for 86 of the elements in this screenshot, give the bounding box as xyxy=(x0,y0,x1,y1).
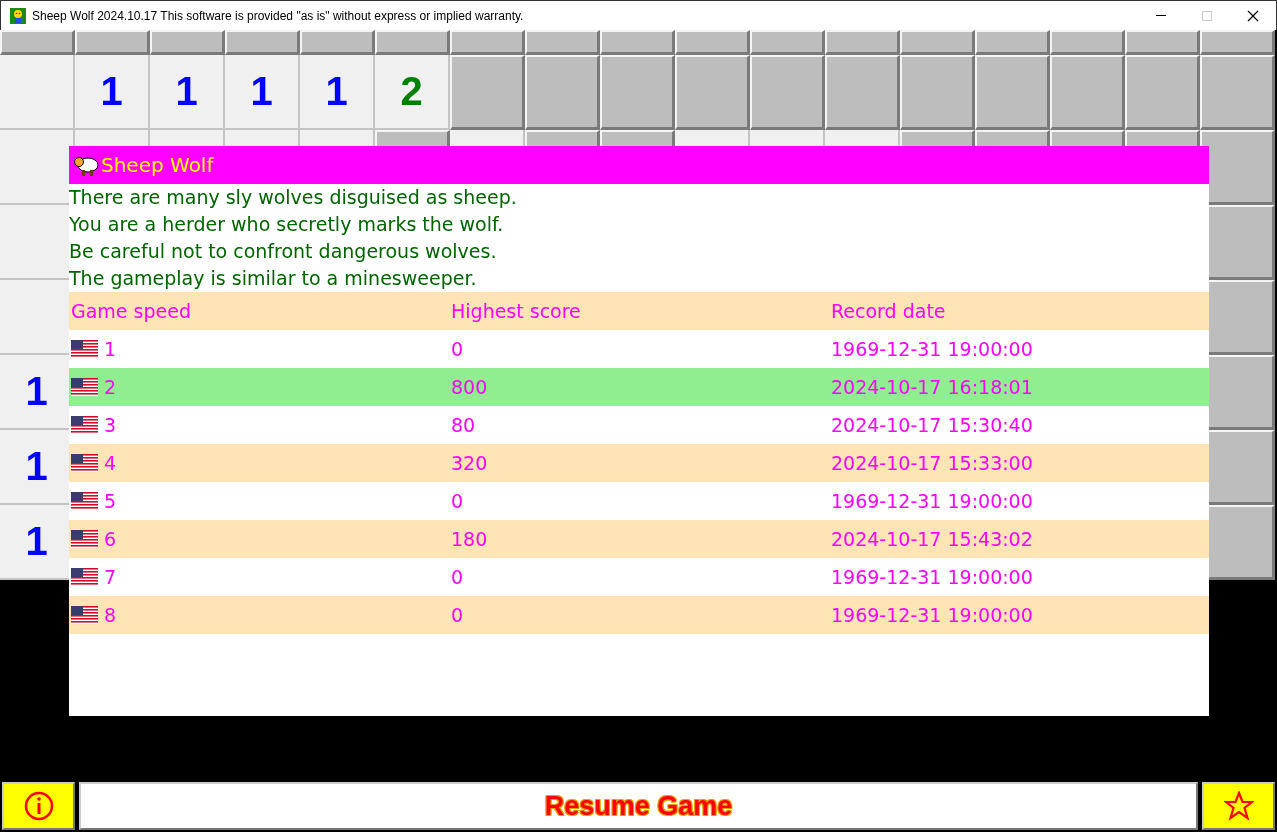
date-cell-text: 1969-12-31 19:00:00 xyxy=(830,338,1034,360)
hidden-tile[interactable] xyxy=(825,30,900,55)
date-cell-text: 1969-12-31 19:00:00 xyxy=(830,604,1034,626)
score-cell-text: 180 xyxy=(450,528,489,550)
app-icon xyxy=(10,7,26,24)
flag-icon xyxy=(71,453,98,473)
flag-icon xyxy=(71,377,98,397)
hidden-tile[interactable] xyxy=(1125,55,1200,130)
hidden-tile[interactable] xyxy=(1200,55,1275,130)
hidden-tile[interactable] xyxy=(75,30,150,55)
hidden-tile[interactable] xyxy=(600,30,675,55)
hidden-tile[interactable] xyxy=(450,30,525,55)
score-row[interactable]: 6 180 2024-10-17 15:43:02 xyxy=(69,520,1209,558)
hidden-tile[interactable] xyxy=(750,55,825,130)
speed-cell: 4 xyxy=(104,452,117,474)
hidden-tile[interactable] xyxy=(900,55,975,130)
hidden-tile[interactable] xyxy=(1125,30,1200,55)
score-cell-text: 800 xyxy=(450,376,489,398)
hidden-tile[interactable] xyxy=(900,30,975,55)
date-cell-text: 2024-10-17 15:30:40 xyxy=(830,414,1034,436)
hidden-tile[interactable] xyxy=(150,30,225,55)
date-cell-text: 1969-12-31 19:00:00 xyxy=(830,566,1034,588)
speed-cell: 5 xyxy=(104,490,117,512)
hidden-tile[interactable] xyxy=(750,30,825,55)
hidden-tile[interactable] xyxy=(675,30,750,55)
score-cell-text: 320 xyxy=(450,452,489,474)
speed-cell: 1 xyxy=(104,338,117,360)
date-cell-text: 2024-10-17 15:33:00 xyxy=(830,452,1034,474)
score-cell-text: 0 xyxy=(450,604,465,626)
close-icon xyxy=(1247,9,1259,22)
date-cell-text: 2024-10-17 16:18:01 xyxy=(830,376,1034,398)
description-line: There are many sly wolves disguised as sheep. xyxy=(69,185,518,210)
score-cell-text: 80 xyxy=(450,414,477,436)
flag-icon xyxy=(71,605,98,625)
date-cell-text: 1969-12-31 19:00:00 xyxy=(830,490,1034,512)
hidden-tile[interactable] xyxy=(0,30,75,55)
flag-icon xyxy=(71,415,98,435)
resume-game-button[interactable]: Resume Game xyxy=(79,782,1198,830)
window-title: Sheep Wolf 2024.10.17 This software is provided "as is" without express or implied warranty. xyxy=(32,8,525,23)
score-cell-text: 0 xyxy=(450,490,465,512)
hidden-tile[interactable] xyxy=(525,55,600,130)
score-row[interactable]: 2 800 2024-10-17 16:18:01 xyxy=(69,368,1209,406)
star-button[interactable] xyxy=(1202,782,1275,830)
number-tile: 1 xyxy=(150,55,225,130)
number-tile: 1 xyxy=(75,55,150,130)
hidden-tile[interactable] xyxy=(1050,55,1125,130)
info-icon xyxy=(23,791,54,821)
flag-icon xyxy=(71,339,98,359)
column-header: Game speed xyxy=(70,300,192,322)
number-tile: 2 xyxy=(375,55,450,130)
hidden-tile[interactable] xyxy=(825,55,900,130)
hidden-tile[interactable] xyxy=(300,30,375,55)
column-header: Highest score xyxy=(450,300,582,322)
number-tile: 1 xyxy=(300,55,375,130)
date-cell-text: 2024-10-17 15:43:02 xyxy=(830,528,1034,550)
flag-icon xyxy=(71,567,98,587)
hidden-tile[interactable] xyxy=(525,30,600,55)
column-header: Record date xyxy=(830,300,947,322)
hidden-tile[interactable] xyxy=(975,30,1050,55)
maximize-icon xyxy=(1202,10,1212,21)
hidden-tile[interactable] xyxy=(375,30,450,55)
number-tile: 1 xyxy=(225,55,300,130)
speed-cell: 8 xyxy=(104,604,117,626)
speed-cell: 3 xyxy=(104,414,117,436)
description-line: You are a herder who secretly marks the wolf. xyxy=(69,212,505,237)
dialog-title: Sheep Wolf xyxy=(101,153,214,177)
speed-cell: 7 xyxy=(104,566,117,588)
hidden-tile[interactable] xyxy=(600,55,675,130)
description-line: Be careful not to confront dangerous wolves. xyxy=(69,239,498,264)
speed-cell: 6 xyxy=(104,528,117,550)
info-button[interactable] xyxy=(2,782,75,830)
score-cell-text: 0 xyxy=(450,338,465,360)
description-line: The gameplay is similar to a minesweeper. xyxy=(69,266,478,291)
hidden-tile[interactable] xyxy=(225,30,300,55)
score-cell-text: 0 xyxy=(450,566,465,588)
score-row[interactable]: 8 0 1969-12-31 19:00:00 xyxy=(69,596,1209,634)
star-icon xyxy=(1223,791,1254,821)
speed-cell: 2 xyxy=(104,376,117,398)
hidden-tile[interactable] xyxy=(450,55,525,130)
score-row[interactable]: 4 320 2024-10-17 15:33:00 xyxy=(69,444,1209,482)
hidden-tile[interactable] xyxy=(675,55,750,130)
flag-icon xyxy=(71,529,98,549)
hidden-tile[interactable] xyxy=(1050,30,1125,55)
hidden-tile[interactable] xyxy=(1200,30,1275,55)
flag-icon xyxy=(71,491,98,511)
hidden-tile[interactable] xyxy=(975,55,1050,130)
